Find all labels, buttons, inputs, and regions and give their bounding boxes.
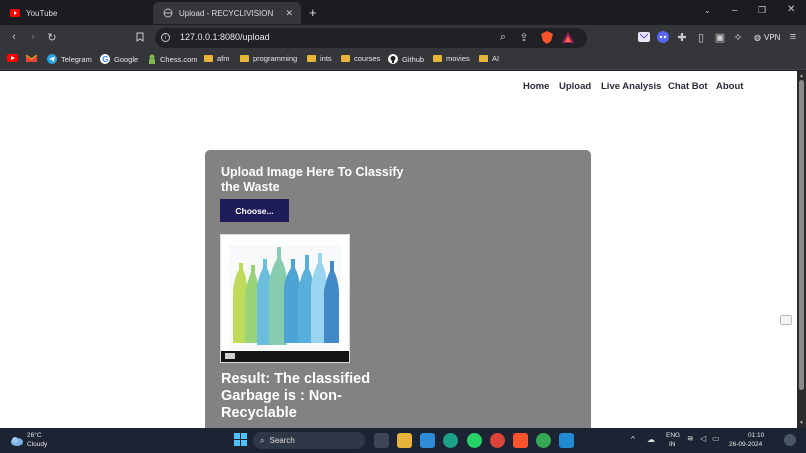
bookmark-folder-movies[interactable]: movies <box>433 54 470 63</box>
bookmark-folder-courses[interactable]: courses <box>341 54 380 63</box>
back-icon[interactable]: ‹ <box>7 30 21 44</box>
chrome-profile-icon[interactable] <box>536 433 551 448</box>
vpn-button[interactable]: ◍ VPN <box>750 30 784 45</box>
taskbar-search[interactable]: ⌕ Search <box>253 432 365 449</box>
folder-icon <box>479 55 488 62</box>
uploaded-image-preview <box>220 234 350 363</box>
vscode-icon[interactable] <box>559 433 574 448</box>
classification-result: Result: The classified Garbage is : Non-… <box>221 371 371 421</box>
scroll-down-arrow[interactable]: ▼ <box>799 420 804 426</box>
clock-time[interactable]: 01:10 <box>748 432 764 440</box>
language-indicator-line2: IN <box>669 441 676 448</box>
scroll-up-arrow[interactable]: ▲ <box>799 73 804 79</box>
restore-icon[interactable]: ❐ <box>758 5 766 16</box>
clock-date: 26-09-2024 <box>729 441 763 448</box>
nav-home[interactable]: Home <box>523 81 549 92</box>
nav-about[interactable]: About <box>716 81 743 92</box>
minimize-icon[interactable]: – <box>732 5 738 16</box>
nav-upload[interactable]: Upload <box>559 81 591 92</box>
search-icon: ⌕ <box>260 435 265 445</box>
tab-search-chevron-icon[interactable]: ⌄ <box>704 6 711 15</box>
leo-ai-icon[interactable]: ✧ <box>731 30 745 44</box>
folder-icon <box>341 55 350 62</box>
nav-chat-bot[interactable]: Chat Bot <box>668 81 708 92</box>
youtube-icon <box>10 8 20 18</box>
globe-icon <box>163 8 173 18</box>
gmail-icon <box>26 54 37 62</box>
tab-upload[interactable]: Upload - RECYCLIVISION ✕ <box>153 2 301 24</box>
folder-icon <box>433 55 442 62</box>
telegram-icon <box>47 54 57 64</box>
show-hidden-icons-chevron[interactable]: ^ <box>631 435 635 444</box>
choose-file-button[interactable]: Choose... <box>220 199 289 222</box>
scrollbar-thumb[interactable] <box>799 80 804 390</box>
extension-discord-icon[interactable] <box>656 30 670 44</box>
bookmark-chess[interactable]: Chess.com <box>148 54 198 64</box>
sidebar-icon[interactable]: ▯ <box>694 30 708 44</box>
vpn-label: VPN <box>763 33 781 42</box>
task-view-icon[interactable] <box>374 433 389 448</box>
chess-pawn-icon <box>149 54 155 64</box>
nav-live-analysis[interactable]: Live Analysis <box>601 81 661 92</box>
bookmark-youtube[interactable] <box>7 54 18 62</box>
youtube-icon <box>7 54 18 62</box>
folder-icon <box>307 55 316 62</box>
bookmark-folder-afm[interactable]: afm <box>204 54 230 63</box>
url-text: 127.0.0.1:8080/upload <box>180 32 270 42</box>
tab-title: YouTube <box>26 8 58 18</box>
notifications-icon[interactable] <box>784 434 796 446</box>
language-indicator-line1[interactable]: ENG <box>666 432 680 440</box>
forward-icon[interactable]: › <box>26 30 40 44</box>
bookmark-folder-ints[interactable]: ints <box>307 54 332 63</box>
zoom-search-icon[interactable]: ⌕ <box>496 30 510 44</box>
file-explorer-icon[interactable] <box>397 433 412 448</box>
teams-icon[interactable] <box>420 433 435 448</box>
weather-cloud-icon[interactable] <box>10 433 24 451</box>
close-tab-icon[interactable]: ✕ <box>285 8 293 19</box>
onedrive-cloud-icon[interactable]: ☁ <box>647 435 655 444</box>
battery-icon[interactable]: ▭ <box>712 434 720 443</box>
bookmark-telegram[interactable]: Telegram <box>47 54 92 64</box>
share-icon[interactable]: ⇪ <box>517 30 531 44</box>
tab-youtube[interactable]: YouTube <box>0 2 150 24</box>
new-tab-button[interactable]: + <box>309 5 317 20</box>
brave-rewards-icon[interactable] <box>561 30 575 44</box>
weather-temp: 26°C <box>27 432 42 439</box>
whatsapp-icon[interactable] <box>467 433 482 448</box>
extension-gmail-icon[interactable] <box>637 30 651 44</box>
bookmark-google[interactable]: G Google <box>100 54 138 64</box>
brave-shields-icon[interactable] <box>540 30 554 44</box>
brave-taskbar-icon[interactable] <box>513 433 528 448</box>
floating-mail-icon[interactable] <box>780 315 792 325</box>
bookmark-github[interactable]: Github <box>388 54 424 64</box>
github-icon <box>388 54 398 64</box>
svg-text:G: G <box>102 55 108 64</box>
plastic-bottles-image <box>221 235 349 362</box>
bookmark-folder-programming[interactable]: programming <box>240 54 297 63</box>
menu-icon[interactable]: ≡ <box>786 30 800 44</box>
reload-icon[interactable]: ↻ <box>45 30 59 44</box>
chrome-icon[interactable] <box>490 433 505 448</box>
close-window-icon[interactable]: ✕ <box>787 4 795 15</box>
folder-icon <box>204 55 213 62</box>
folder-icon <box>240 55 249 62</box>
bookmark-folder-ai[interactable]: AI <box>479 54 499 63</box>
wifi-icon[interactable]: ≋ <box>687 434 694 443</box>
volume-icon[interactable]: ◁ <box>700 434 706 443</box>
windows-start-icon[interactable] <box>234 433 247 451</box>
extensions-puzzle-icon[interactable]: ✚ <box>675 30 689 44</box>
upload-heading: Upload Image Here To Classify the Waste <box>221 165 404 194</box>
google-icon: G <box>100 54 110 64</box>
edge-icon[interactable] <box>443 433 458 448</box>
vpn-globe-icon: ◍ <box>754 33 761 42</box>
wallet-icon[interactable]: ▣ <box>713 30 727 44</box>
bookmark-gmail[interactable] <box>26 54 37 62</box>
site-info-icon[interactable]: i <box>161 33 170 42</box>
tab-title: Upload - RECYCLIVISION <box>179 8 274 18</box>
bookmark-icon[interactable] <box>133 30 147 44</box>
weather-desc: Cloudy <box>27 441 48 448</box>
